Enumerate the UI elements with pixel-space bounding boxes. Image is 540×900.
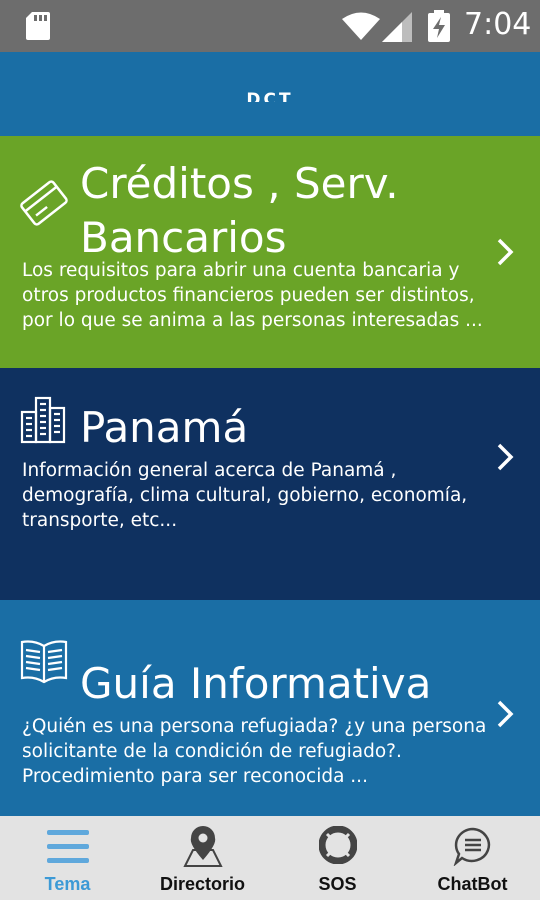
card-description: ¿Quién es una persona refugiada? ¿y una … [22, 716, 487, 787]
status-time: 7:04 [464, 7, 532, 42]
nav-chatbot[interactable]: ChatBot [405, 816, 540, 900]
card-description: Los requisitos para abrir una cuenta ban… [22, 260, 483, 331]
app-bar: DCT [0, 52, 540, 136]
chat-icon [453, 827, 490, 866]
nav-label: Tema [44, 874, 91, 894]
credit-card-icon [20, 180, 68, 226]
cell-signal-icon [382, 12, 412, 42]
status-bar: 7:04 [0, 0, 540, 52]
sd-card-icon [26, 12, 50, 40]
menu-icon [46, 830, 89, 863]
card-guia-informativa[interactable]: Guía Informativa ¿Quién es una persona r… [0, 600, 540, 816]
nav-tema[interactable]: Tema [0, 816, 135, 900]
card-panama[interactable]: Panamá Información general acerca de Pan… [0, 368, 540, 600]
card-description: Información general acerca de Panamá , d… [22, 460, 468, 531]
chevron-right-icon [497, 443, 514, 471]
card-title-line1: Créditos , Serv. [80, 159, 399, 208]
nav-directorio[interactable]: Directorio [135, 816, 270, 900]
chevron-right-icon [497, 238, 514, 266]
bottom-navigation: Tema Directorio SOS ChatBot [0, 816, 540, 900]
nav-label: SOS [318, 874, 357, 894]
map-pin-icon [182, 826, 223, 867]
book-icon [20, 640, 68, 684]
lifebuoy-icon [318, 826, 357, 864]
nav-label: Directorio [159, 874, 246, 894]
wifi-icon [342, 12, 380, 40]
card-title: Panamá [80, 403, 249, 452]
card-title-line2: Bancarios [80, 213, 287, 262]
nav-sos[interactable]: SOS [270, 816, 405, 900]
card-title: Guía Informativa [80, 659, 432, 708]
nav-label: ChatBot [437, 874, 508, 894]
chevron-right-icon [497, 700, 514, 728]
buildings-icon [20, 396, 66, 444]
battery-charging-icon [428, 10, 450, 42]
app-logo: DCT [246, 90, 294, 102]
card-creditos[interactable]: Créditos , Serv. Bancarios Los requisito… [0, 136, 540, 368]
